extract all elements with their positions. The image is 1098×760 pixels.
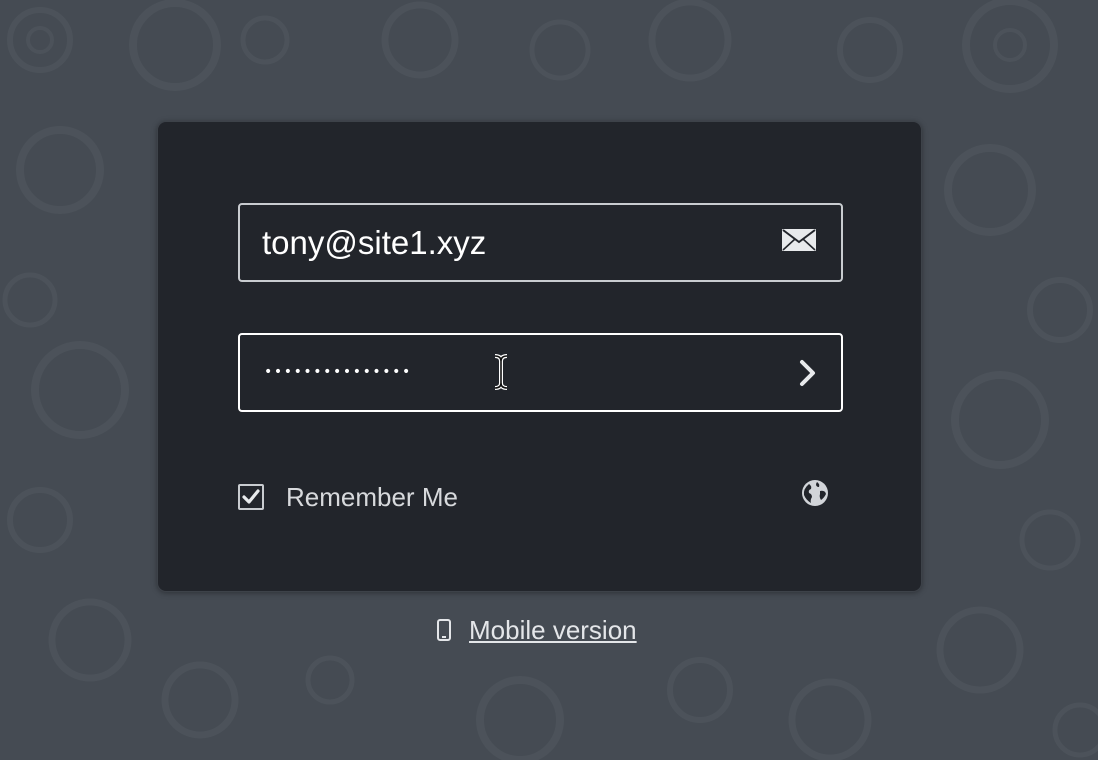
email-input[interactable] — [262, 205, 742, 280]
remember-me-label: Remember Me — [286, 481, 458, 512]
email-field[interactable] — [238, 203, 843, 282]
text-cursor-icon — [494, 354, 508, 390]
remember-me-checkbox[interactable] — [238, 484, 264, 510]
globe-icon[interactable] — [800, 478, 830, 508]
envelope-icon — [782, 229, 816, 251]
phone-icon — [437, 619, 451, 641]
password-field[interactable]: ••••••••••••••• — [238, 333, 843, 412]
password-input[interactable]: ••••••••••••••• — [264, 335, 412, 410]
remember-me-toggle[interactable]: Remember Me — [238, 482, 458, 512]
login-panel: ••••••••••••••• Remember Me — [157, 121, 922, 592]
mobile-version-link[interactable]: Mobile version — [437, 612, 637, 648]
chevron-right-icon[interactable] — [797, 357, 819, 389]
mobile-version-label[interactable]: Mobile version — [469, 615, 637, 646]
checkmark-icon — [242, 489, 260, 504]
